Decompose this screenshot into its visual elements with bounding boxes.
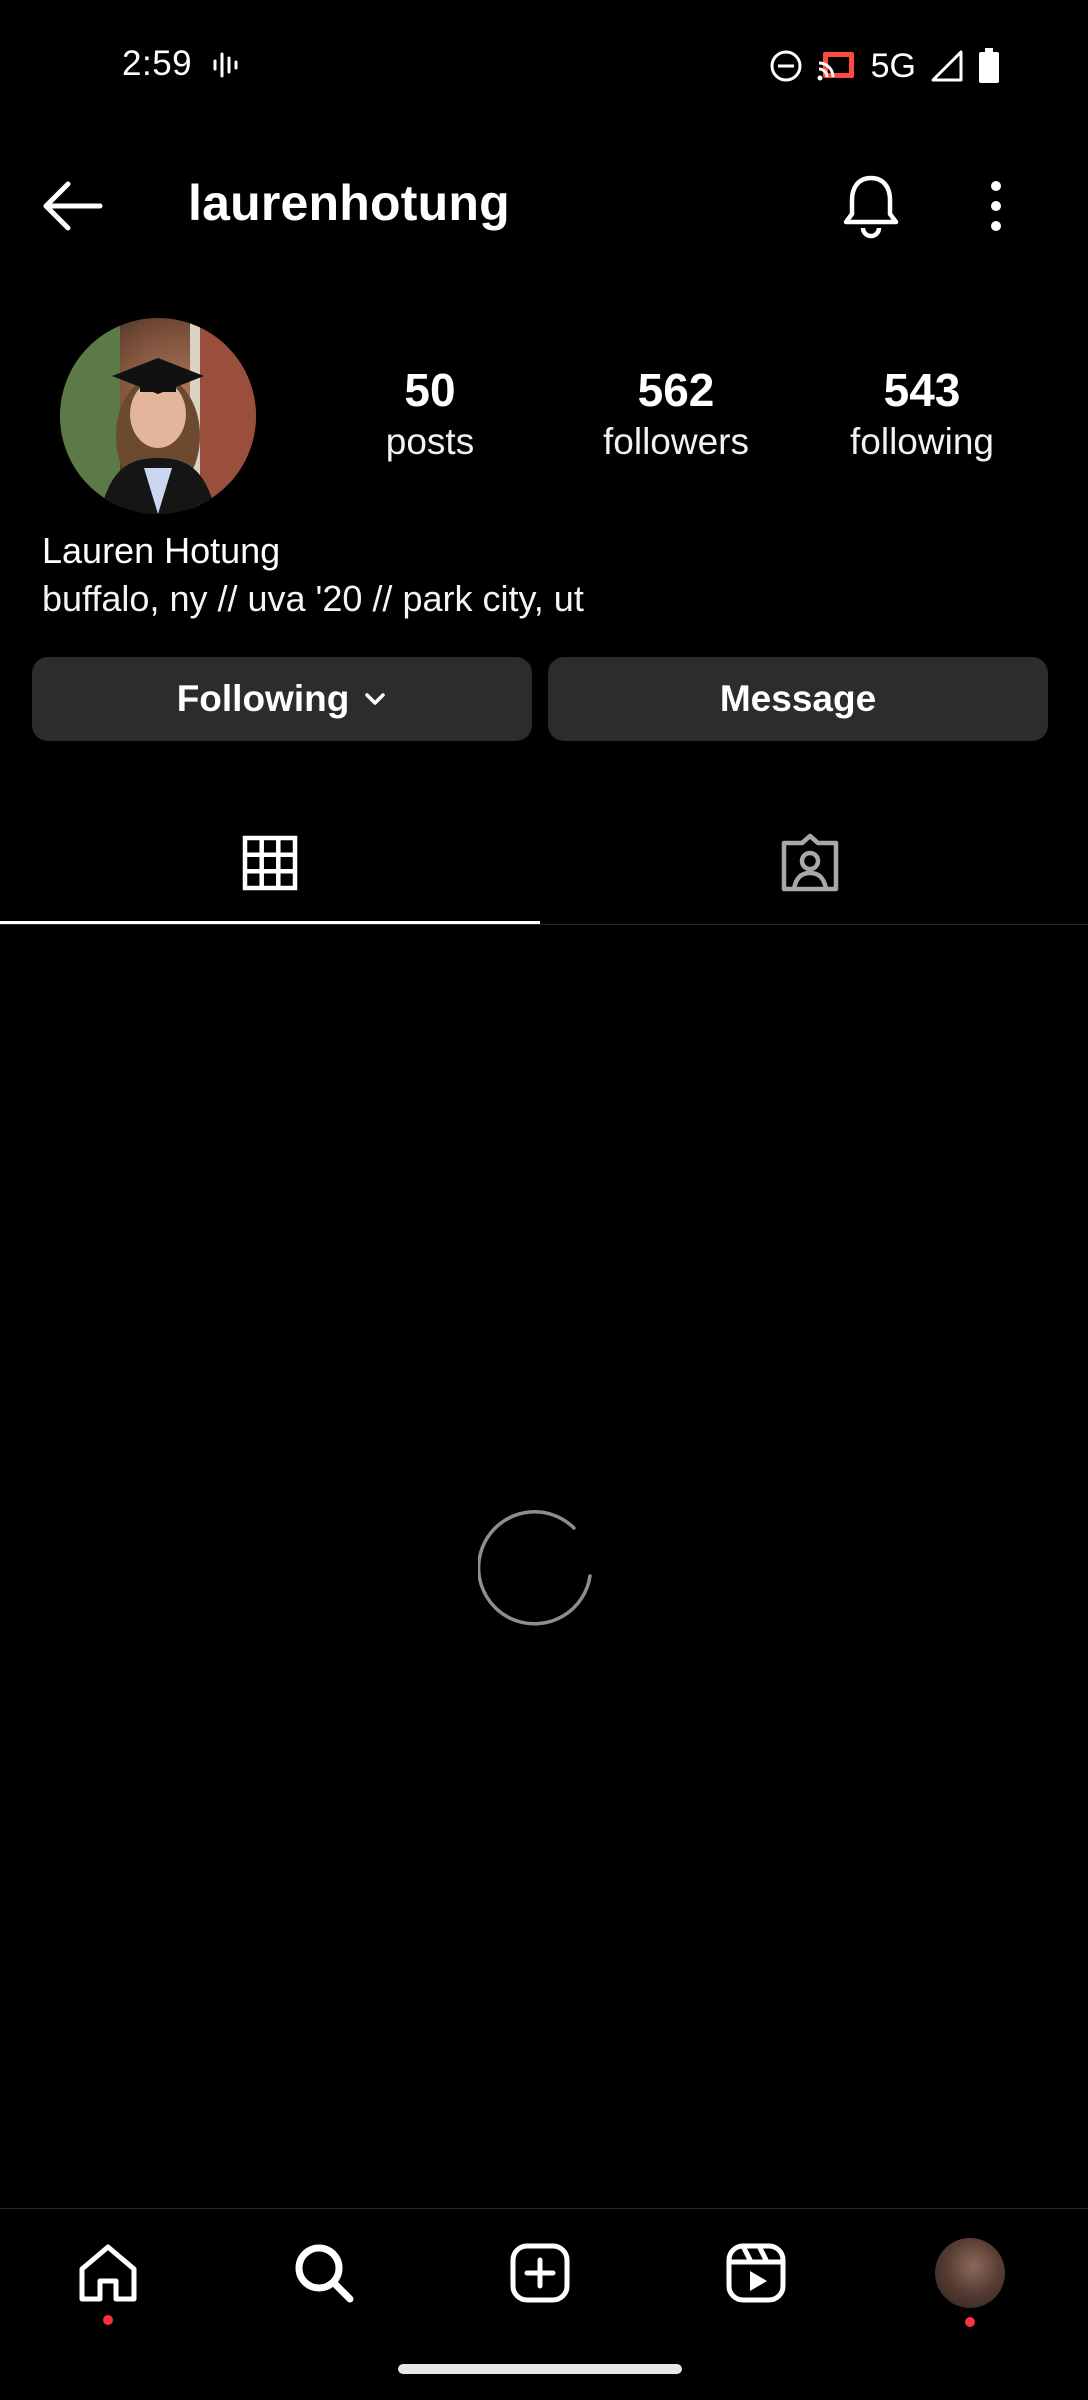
reels-icon xyxy=(726,2243,786,2303)
bio-text: buffalo, ny // uva '20 // park city, ut xyxy=(42,578,584,619)
back-arrow-icon[interactable] xyxy=(40,178,104,234)
message-button[interactable]: Message xyxy=(548,657,1048,741)
bell-icon[interactable] xyxy=(838,170,904,240)
avatar-photo xyxy=(60,318,256,514)
profile-username: laurenhotung xyxy=(188,175,510,231)
create-icon xyxy=(510,2243,570,2303)
nav-search[interactable] xyxy=(284,2233,364,2313)
grid-icon xyxy=(242,835,298,891)
home-indicator[interactable] xyxy=(398,2364,682,2374)
nav-profile-avatar xyxy=(935,2238,1005,2308)
bottom-nav xyxy=(0,2209,1088,2339)
nav-create[interactable] xyxy=(500,2233,580,2313)
status-time: 2:59 xyxy=(122,44,193,83)
search-icon xyxy=(295,2244,354,2303)
posts-label: posts xyxy=(385,421,475,462)
network-type: 5G xyxy=(870,46,916,85)
posts-count: 50 xyxy=(404,364,456,416)
signal-icon xyxy=(931,50,963,82)
do-not-disturb-icon xyxy=(770,50,802,82)
nav-reels[interactable] xyxy=(716,2233,796,2313)
following-label: following xyxy=(850,421,994,462)
following-button[interactable]: Following xyxy=(32,657,532,741)
message-button-label: Message xyxy=(719,678,877,719)
following-stat[interactable]: 543 following xyxy=(822,362,1022,466)
nav-home[interactable] xyxy=(68,2233,148,2325)
cast-icon xyxy=(817,52,854,81)
home-icon xyxy=(79,2244,137,2302)
loading-spinner-icon xyxy=(478,1510,592,1626)
profile-header: laurenhotung xyxy=(0,150,1088,262)
status-bar: 2:59 5G xyxy=(0,0,1088,136)
nav-profile[interactable] xyxy=(930,2233,1010,2327)
profile-screen: 2:59 5G laurenhotung 50 posts 562 follow… xyxy=(0,0,1088,2400)
tagged-icon xyxy=(781,833,839,892)
status-icons: 5G xyxy=(769,44,1000,88)
following-count: 543 xyxy=(883,364,961,416)
profile-notification-dot xyxy=(965,2317,975,2327)
display-name: Lauren Hotung xyxy=(42,530,281,571)
tab-tagged[interactable] xyxy=(540,800,1080,926)
home-notification-dot xyxy=(103,2315,113,2325)
posts-stat: 50 posts xyxy=(330,362,530,466)
followers-count: 562 xyxy=(637,364,715,416)
tab-posts-grid[interactable] xyxy=(0,800,540,926)
more-vertical-icon[interactable] xyxy=(976,174,1016,238)
tab-divider xyxy=(0,924,1088,925)
followers-stat[interactable]: 562 followers xyxy=(576,362,776,466)
battery-icon xyxy=(979,48,999,83)
profile-avatar[interactable] xyxy=(60,318,256,514)
profile-tabs xyxy=(0,800,1088,926)
following-button-label: Following xyxy=(176,678,350,719)
voice-wave-icon xyxy=(213,52,238,78)
chevron-down-icon xyxy=(365,693,386,705)
followers-label: followers xyxy=(603,421,749,462)
